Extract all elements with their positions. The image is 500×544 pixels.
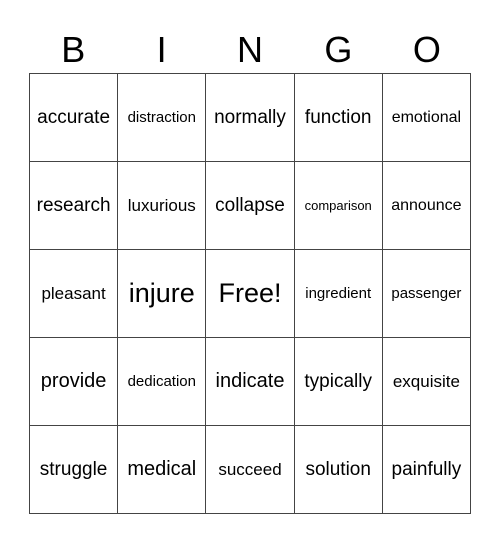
bingo-header: B I N G O: [29, 28, 471, 72]
bingo-cell: pleasant: [30, 250, 119, 338]
bingo-cell: struggle: [30, 426, 119, 514]
bingo-cell: typically: [294, 338, 383, 426]
free-space-cell: Free!: [206, 250, 295, 338]
bingo-cell: comparison: [294, 162, 383, 250]
header-letter-n: N: [237, 29, 264, 70]
header-letter-o: O: [412, 29, 441, 70]
header-letter-b: B: [61, 29, 86, 70]
bingo-cell: solution: [294, 426, 383, 514]
bingo-cell: medical: [118, 426, 207, 514]
bingo-cell: function: [294, 74, 383, 162]
bingo-cell: luxurious: [118, 162, 207, 250]
bingo-cell: passenger: [382, 250, 471, 338]
header-letter-i: I: [156, 29, 167, 70]
bingo-cell: emotional: [382, 74, 471, 162]
bingo-cell: painfully: [382, 426, 471, 514]
bingo-cell: injure: [118, 250, 207, 338]
bingo-cell: normally: [206, 74, 295, 162]
header-letter-g: G: [324, 29, 353, 70]
bingo-cell: succeed: [206, 426, 295, 514]
bingo-cell: distraction: [118, 74, 207, 162]
bingo-grid: accurate distraction normally function e…: [29, 73, 471, 514]
bingo-cell: accurate: [30, 74, 119, 162]
bingo-cell: indicate: [206, 338, 295, 426]
bingo-cell: collapse: [206, 162, 295, 250]
bingo-cell: research: [30, 162, 119, 250]
bingo-cell: dedication: [118, 338, 207, 426]
bingo-cell: announce: [382, 162, 471, 250]
bingo-cell: provide: [30, 338, 119, 426]
bingo-cell: ingredient: [294, 250, 383, 338]
bingo-cell: exquisite: [382, 338, 471, 426]
